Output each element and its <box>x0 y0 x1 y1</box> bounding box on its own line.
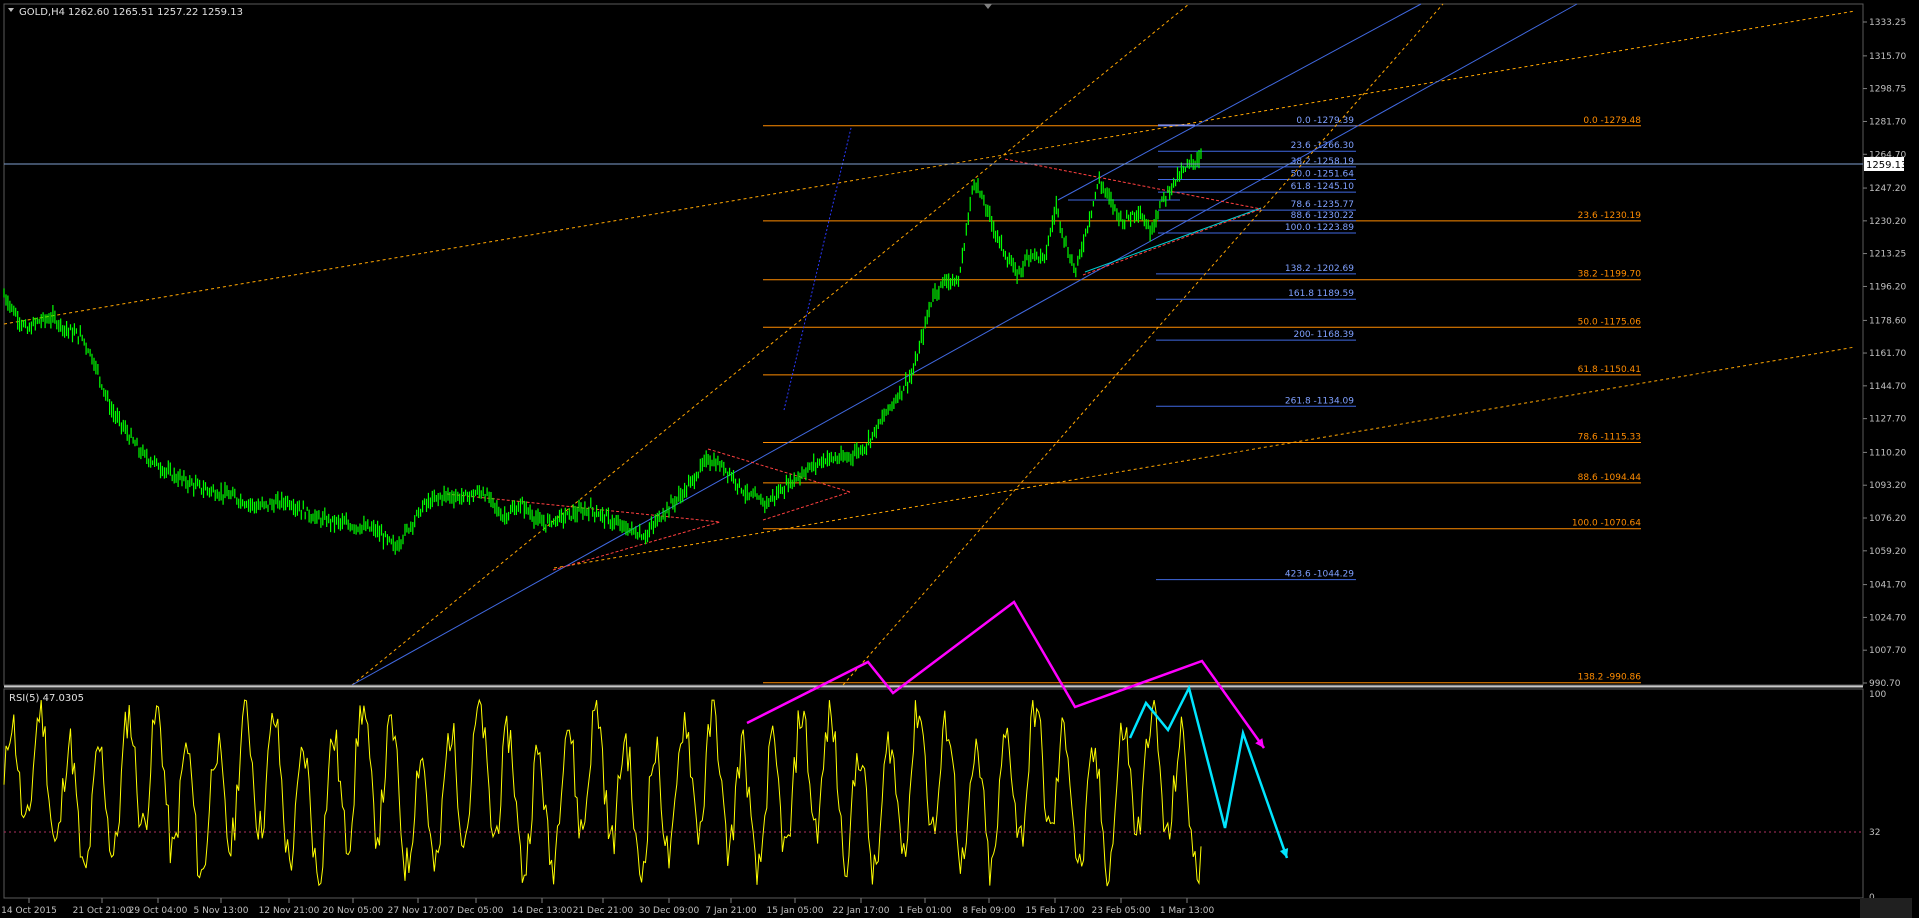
corner-cell <box>1860 898 1912 918</box>
fib-ext-label-10: 200- 1168.39 <box>1293 330 1354 340</box>
y-tick-label-7: 1213.25 <box>1869 250 1906 260</box>
dotted-lower-trendline <box>553 346 1856 569</box>
trendline-layer <box>3 3 1856 686</box>
y-tick-label-14: 1093.20 <box>1869 481 1906 491</box>
fib-ext-label-5: 78.6 -1235.77 <box>1291 200 1354 210</box>
x-tick-label-10: 30 Dec 09:00 <box>639 906 700 916</box>
x-tick-label-13: 22 Jan 17:00 <box>833 906 890 916</box>
x-tick-label-14: 1 Feb 01:00 <box>898 906 952 916</box>
y-tick-label-6: 1230.20 <box>1869 217 1906 227</box>
y-tick-label-13: 1110.20 <box>1869 448 1906 458</box>
x-tick-label-1: 21 Oct 21:00 <box>73 906 132 916</box>
fib-ext-label-12: 423.6 -1044.29 <box>1285 570 1354 580</box>
y-tick-label-11: 1144.70 <box>1869 382 1906 392</box>
fib-main-label-1: 23.6 -1230.19 <box>1578 211 1642 221</box>
y-tick-label-8: 1196.20 <box>1869 282 1906 292</box>
x-tick-label-0: 14 Oct 2015 <box>1 906 57 916</box>
x-tick-label-8: 14 Dec 13:00 <box>512 906 573 916</box>
axes: 1333.251315.701298.751281.701264.701247.… <box>1 18 1912 918</box>
rsi-line <box>3 698 1202 887</box>
x-tick-label-17: 23 Feb 05:00 <box>1091 906 1150 916</box>
symbol-label: GOLD,H4 <box>19 7 65 18</box>
y-tick-label-17: 1041.70 <box>1869 581 1906 591</box>
x-tick-label-11: 7 Jan 21:00 <box>705 906 757 916</box>
y-tick-label-20: 990.70 <box>1869 679 1901 689</box>
fib-ext-label-4: 61.8 -1245.10 <box>1291 182 1355 192</box>
fib-main-label-5: 78.6 -1115.33 <box>1578 433 1641 443</box>
y-tick-label-5: 1247.20 <box>1869 184 1906 194</box>
fib-main-label-6: 88.6 -1094.44 <box>1578 473 1642 483</box>
fib-ext-label-8: 138.2 -1202.69 <box>1285 264 1354 274</box>
fib-ext-label-3: 50.0 -1251.64 <box>1291 169 1355 179</box>
x-tick-label-6: 27 Nov 17:00 <box>388 906 449 916</box>
y-tick-label-12: 1127.70 <box>1869 415 1906 425</box>
fib-ext-label-1: 23.6 -1266.30 <box>1291 141 1355 151</box>
x-tick-label-9: 21 Dec 21:00 <box>573 906 634 916</box>
fibonacci-layer: 0.0 -1279.48 23.6 -1230.19 38.2 -1199.70 50… <box>763 116 1642 684</box>
x-tick-label-3: 5 Nov 13:00 <box>194 906 249 916</box>
cyan-arrow-path-head <box>1279 848 1289 858</box>
x-tick-label-4: 12 Nov 21:00 <box>259 906 320 916</box>
fib-main-label-7: 100.0 -1070.64 <box>1572 519 1641 529</box>
fib-ext-label-0: 0.0 -1279.39 <box>1296 116 1354 126</box>
red-triangle-3-lower <box>1082 208 1262 276</box>
red-triangle-1-lower <box>552 521 721 571</box>
y-tick-label-9: 1178.60 <box>1869 316 1906 326</box>
price-bars <box>3 148 1202 555</box>
y-tick-label-3: 1281.70 <box>1869 117 1906 127</box>
rsi-header: RSI(5) 47.0305 <box>9 693 84 704</box>
dotted-channel-left <box>351 3 1190 686</box>
ohlc-values: 1262.60 1265.51 1257.22 1259.13 <box>68 7 243 18</box>
fib-ext-label-6: 88.6 -1230.22 <box>1291 211 1354 221</box>
channel-lower <box>351 3 1578 686</box>
cyan-trendline <box>1084 207 1262 273</box>
channel-upper <box>1057 3 1422 201</box>
x-tick-label-7: 7 Dec 05:00 <box>449 906 504 916</box>
y-tick-label-10: 1161.70 <box>1869 349 1906 359</box>
main-panel-frame <box>3 3 1864 686</box>
cyan-arrow-path <box>1128 684 1289 859</box>
rsi-tick-label-0: 100 <box>1869 690 1886 700</box>
rsi-series <box>3 698 1863 887</box>
dotted-channel-right <box>842 3 1444 686</box>
chart-canvas[interactable]: 0.0 -1279.48 23.6 -1230.19 38.2 -1199.70 50… <box>0 0 1919 918</box>
fib-main-label-2: 38.2 -1199.70 <box>1578 270 1642 280</box>
magenta-arrow-path <box>746 600 1266 749</box>
y-tick-label-18: 1024.70 <box>1869 613 1906 623</box>
y-tick-label-1: 1315.70 <box>1869 52 1906 62</box>
x-tick-label-18: 1 Mar 13:00 <box>1160 906 1215 916</box>
x-tick-label-5: 20 Nov 05:00 <box>323 906 384 916</box>
y-tick-label-0: 1333.25 <box>1869 18 1906 28</box>
symbol-menu-icon[interactable] <box>8 8 14 12</box>
x-tick-label-12: 15 Jan 05:00 <box>767 906 824 916</box>
y-tick-label-16: 1059.20 <box>1869 547 1906 557</box>
price-series <box>3 148 1202 555</box>
x-tick-label-15: 8 Feb 09:00 <box>962 906 1016 916</box>
current-price-label: 1259.13 <box>1866 160 1907 171</box>
y-tick-label-2: 1298.75 <box>1869 85 1906 95</box>
fib-main-label-0: 0.0 -1279.48 <box>1583 116 1641 126</box>
rsi-tick-label-1: 32 <box>1869 828 1880 838</box>
y-tick-label-15: 1076.20 <box>1869 514 1906 524</box>
fib-ext-label-11: 261.8 -1134.09 <box>1285 396 1354 406</box>
shift-marker-icon[interactable] <box>984 4 992 9</box>
x-tick-label-2: 29 Oct 04:00 <box>129 906 188 916</box>
fib-main-label-4: 61.8 -1150.41 <box>1578 365 1641 375</box>
x-tick-label-16: 15 Feb 17:00 <box>1025 906 1084 916</box>
fib-main-label-8: 138.2 -990.86 <box>1578 673 1642 683</box>
blue-dotted-line <box>783 127 852 411</box>
fib-main-label-3: 50.0 -1175.06 <box>1578 317 1642 327</box>
fib-ext-label-7: 100.0 -1223.89 <box>1285 223 1354 233</box>
y-tick-label-19: 1007.70 <box>1869 646 1906 656</box>
fib-ext-label-9: 161.8 1189.59 <box>1288 289 1354 299</box>
